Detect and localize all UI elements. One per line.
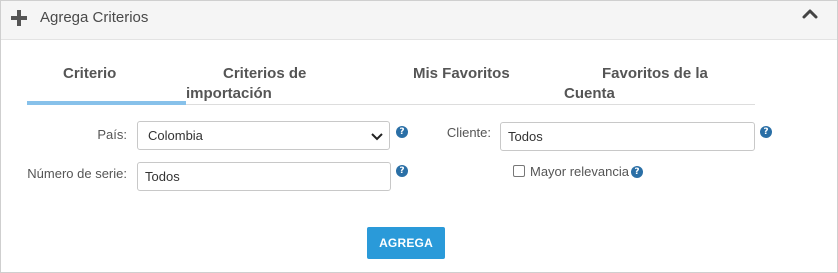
tab-label: Mis Favoritos bbox=[413, 65, 510, 82]
pais-select[interactable]: Colombia bbox=[137, 121, 390, 150]
tab-favoritos-cuenta[interactable]: Favoritos de la Cuenta bbox=[564, 64, 724, 104]
active-tab-indicator bbox=[27, 101, 186, 105]
panel-header[interactable]: Agrega Criterios bbox=[1, 1, 837, 40]
tab-criterio[interactable]: Criterio bbox=[63, 64, 116, 84]
agrega-button[interactable]: AGREGA bbox=[367, 227, 445, 259]
tab-label-line2: importación bbox=[186, 85, 272, 102]
serie-label: Número de serie: bbox=[27, 166, 127, 181]
cliente-input[interactable] bbox=[500, 122, 755, 151]
pais-selected-value: Colombia bbox=[148, 128, 203, 143]
tab-label: Criterio bbox=[63, 65, 117, 82]
plus-icon bbox=[11, 10, 27, 26]
cliente-help-icon[interactable]: ? bbox=[760, 126, 772, 138]
chevron-up-icon[interactable] bbox=[801, 6, 819, 20]
chevron-down-icon bbox=[371, 133, 383, 141]
tab-criterios-importacion[interactable]: Criterios de importación bbox=[186, 64, 346, 104]
tab-label-line1: Favoritos de la bbox=[602, 65, 708, 82]
tab-label-line2: Cuenta bbox=[564, 85, 615, 102]
cliente-label: Cliente: bbox=[446, 125, 491, 140]
serie-help-icon[interactable]: ? bbox=[396, 165, 408, 177]
relevancia-label[interactable]: Mayor relevancia bbox=[530, 164, 629, 180]
tab-label-line1: Criterios de bbox=[223, 65, 307, 82]
criteria-panel: Agrega Criterios Criterio Criterios de i… bbox=[0, 0, 838, 273]
pais-help-icon[interactable]: ? bbox=[396, 126, 408, 138]
tab-mis-favoritos[interactable]: Mis Favoritos bbox=[413, 64, 510, 84]
pais-label: País: bbox=[97, 127, 127, 142]
relevancia-checkbox[interactable] bbox=[513, 165, 525, 177]
serie-input[interactable] bbox=[137, 162, 391, 191]
panel-title: Agrega Criterios bbox=[40, 9, 149, 26]
relevancia-help-icon[interactable]: ? bbox=[631, 166, 643, 178]
